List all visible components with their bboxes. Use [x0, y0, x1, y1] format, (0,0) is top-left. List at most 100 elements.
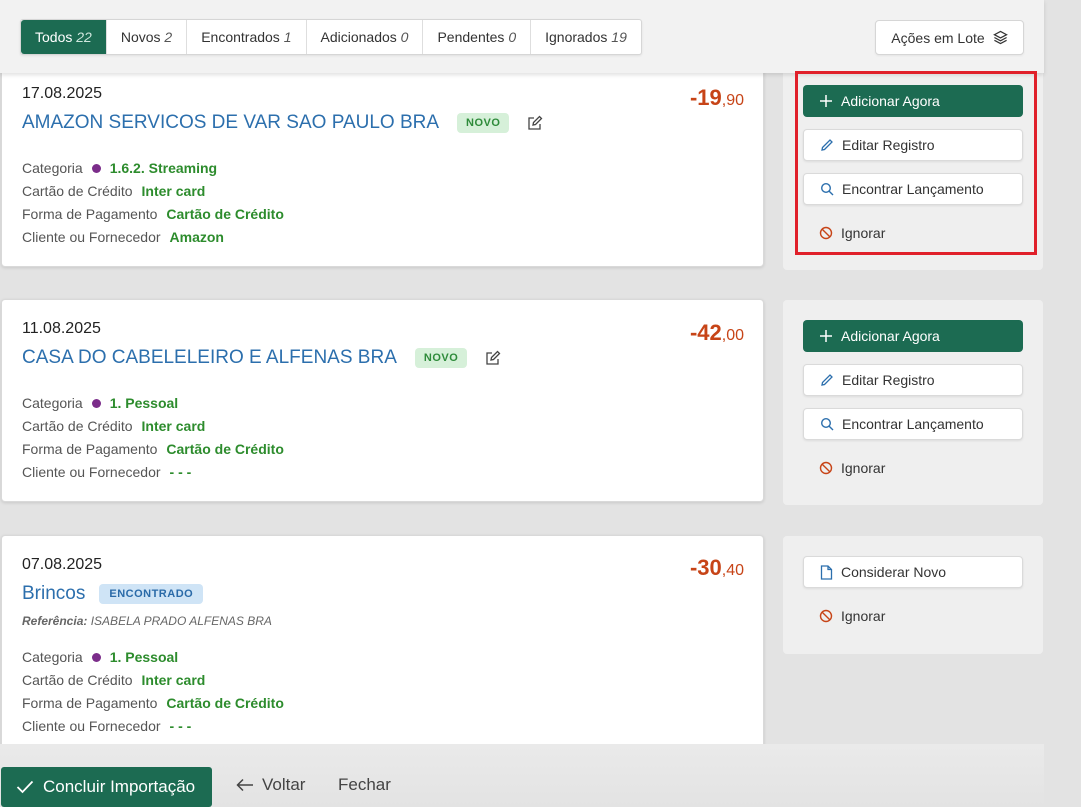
- consider-new-button[interactable]: Considerar Novo: [803, 556, 1023, 588]
- find-entry-button[interactable]: Encontrar Lançamento: [803, 408, 1023, 440]
- amount-cents: ,90: [721, 92, 744, 109]
- card-label: Cartão de Crédito: [22, 183, 133, 199]
- reference: Referência: ISABELA PRADO ALFENAS BRA: [22, 614, 272, 628]
- tab-count: 1: [283, 29, 292, 45]
- category-value[interactable]: 1. Pessoal: [110, 646, 179, 669]
- plus-icon: [820, 330, 832, 342]
- transaction-date: 17.08.2025: [22, 85, 103, 102]
- amount-integer: -19: [689, 85, 722, 110]
- batch-actions-label: Ações em Lote: [891, 29, 985, 46]
- category-label: Categoria: [22, 395, 83, 411]
- transaction-title[interactable]: AMAZON SERVICOS DE VAR SAO PAULO BRA: [22, 112, 439, 134]
- add-now-button[interactable]: Adicionar Agora: [803, 320, 1023, 352]
- tab-label: Pendentes: [437, 29, 505, 45]
- tab-count: 22: [76, 29, 92, 45]
- button-label: Ignorar: [841, 225, 886, 241]
- button-label: Editar Registro: [842, 372, 935, 388]
- category-dot-icon: [91, 399, 101, 408]
- conclude-import-button[interactable]: Concluir Importação: [1, 767, 212, 807]
- tab-adicionados[interactable]: Adicionados 0: [305, 20, 423, 54]
- edit-record-button[interactable]: Editar Registro: [803, 129, 1023, 161]
- file-icon: [820, 564, 833, 580]
- reference-label: Referência:: [22, 614, 88, 628]
- payment-value[interactable]: Cartão de Crédito: [166, 438, 283, 461]
- check-icon: [16, 780, 34, 794]
- button-label: Voltar: [262, 775, 306, 794]
- status-badge: NOVO: [414, 348, 468, 368]
- batch-actions-button[interactable]: Ações em Lote: [875, 20, 1024, 55]
- payment-label: Forma de Pagamento: [22, 441, 158, 457]
- ignore-button[interactable]: Ignorar: [803, 452, 1023, 484]
- top-bar: Todos 22 Novos 2 Encontrados 1 Adicionad…: [0, 0, 1044, 73]
- button-label: Adicionar Agora: [841, 328, 940, 344]
- tab-label: Novos: [120, 29, 161, 45]
- edit-icon[interactable]: [527, 115, 543, 131]
- transaction-title[interactable]: Brincos: [22, 583, 85, 605]
- amount-integer: -42: [689, 320, 722, 345]
- transaction-fields: Categoria 1.6.2. Streaming Cartão de Créd…: [22, 157, 284, 249]
- action-panel: Considerar Novo Ignorar: [783, 536, 1043, 654]
- action-panel: Adicionar Agora Editar Registro Encontra…: [783, 300, 1043, 505]
- pencil-icon: [821, 374, 833, 386]
- category-value[interactable]: 1. Pessoal: [110, 392, 179, 415]
- transaction-title[interactable]: CASA DO CABELELEIRO E ALFENAS BRA: [22, 347, 397, 369]
- transaction-fields: Categoria 1. Pessoal Cartão de Crédito Int…: [22, 646, 284, 738]
- transaction-fields: Categoria 1. Pessoal Cartão de Crédito Int…: [22, 392, 284, 484]
- category-label: Categoria: [22, 649, 83, 665]
- client-value[interactable]: - - -: [170, 461, 192, 484]
- card-value[interactable]: Inter card: [142, 669, 206, 692]
- payment-value[interactable]: Cartão de Crédito: [166, 203, 283, 226]
- layers-icon: [992, 30, 1008, 45]
- search-icon: [820, 182, 834, 196]
- tab-count: 2: [164, 29, 173, 45]
- transaction-card: 11.08.2025 -42,00 CASA DO CABELELEIRO E …: [1, 299, 764, 502]
- ban-icon: [819, 226, 833, 240]
- client-value[interactable]: - - -: [170, 715, 192, 738]
- tab-encontrados[interactable]: Encontrados 1: [186, 20, 305, 54]
- tab-pendentes[interactable]: Pendentes 0: [422, 20, 530, 54]
- tab-label: Todos: [35, 29, 73, 45]
- add-now-button[interactable]: Adicionar Agora: [803, 85, 1023, 117]
- find-entry-button[interactable]: Encontrar Lançamento: [803, 173, 1023, 205]
- payment-value[interactable]: Cartão de Crédito: [166, 692, 283, 715]
- tab-count: 0: [400, 29, 409, 45]
- client-value[interactable]: Amazon: [170, 226, 224, 249]
- tab-label: Encontrados: [201, 29, 280, 45]
- amount-cents: ,00: [721, 327, 744, 344]
- tab-ignorados[interactable]: Ignorados 19: [530, 20, 641, 54]
- button-label: Editar Registro: [842, 137, 935, 153]
- ignore-button[interactable]: Ignorar: [803, 600, 1023, 632]
- tab-todos[interactable]: Todos 22: [21, 20, 106, 54]
- category-label: Categoria: [22, 160, 83, 176]
- button-label: Encontrar Lançamento: [842, 416, 984, 432]
- filter-tabs: Todos 22 Novos 2 Encontrados 1 Adicionad…: [20, 19, 642, 55]
- tab-count: 19: [611, 29, 627, 45]
- pencil-icon: [821, 139, 833, 151]
- client-label: Cliente ou Fornecedor: [22, 464, 161, 480]
- status-badge: NOVO: [457, 113, 510, 133]
- tab-novos[interactable]: Novos 2: [105, 20, 186, 54]
- client-label: Cliente ou Fornecedor: [22, 229, 161, 245]
- back-button[interactable]: Voltar: [236, 775, 305, 795]
- card-value[interactable]: Inter card: [142, 415, 206, 438]
- transaction-amount: -42,00: [690, 320, 744, 346]
- card-value[interactable]: Inter card: [142, 180, 206, 203]
- edit-icon[interactable]: [485, 350, 501, 366]
- amount-integer: -30: [689, 555, 722, 580]
- category-dot-icon: [91, 653, 101, 662]
- status-badge: ENCONTRADO: [99, 584, 204, 604]
- ignore-button[interactable]: Ignorar: [803, 217, 1023, 249]
- tab-label: Ignorados: [545, 29, 608, 45]
- button-label: Ignorar: [841, 608, 886, 624]
- card-label: Cartão de Crédito: [22, 418, 133, 434]
- payment-label: Forma de Pagamento: [22, 206, 158, 222]
- payment-label: Forma de Pagamento: [22, 695, 158, 711]
- search-icon: [820, 417, 834, 431]
- button-label: Concluir Importação: [43, 777, 196, 796]
- arrow-left-icon: [236, 778, 253, 792]
- edit-record-button[interactable]: Editar Registro: [803, 364, 1023, 396]
- category-value[interactable]: 1.6.2. Streaming: [110, 157, 217, 180]
- ban-icon: [819, 609, 833, 623]
- transaction-amount: -19,90: [690, 85, 744, 111]
- close-button[interactable]: Fechar: [338, 775, 391, 795]
